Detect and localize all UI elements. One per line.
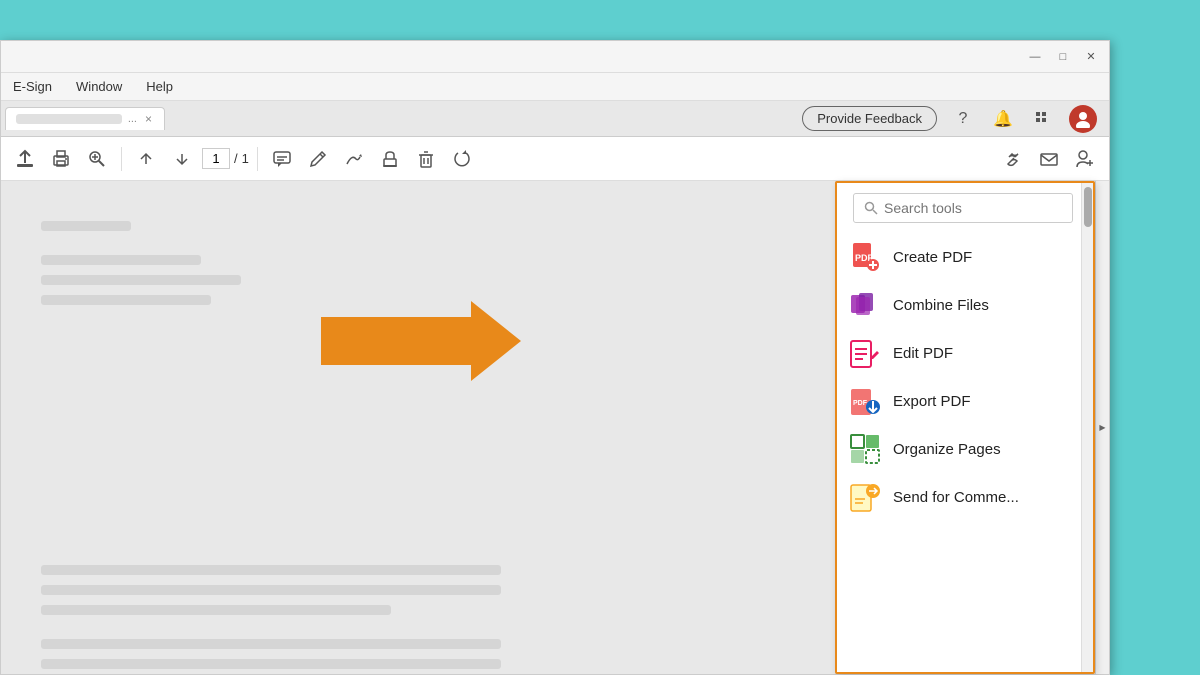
- sign-button[interactable]: [338, 143, 370, 175]
- tab-bar-actions: Provide Feedback ? 🔔: [165, 105, 1105, 133]
- current-page-input[interactable]: [202, 148, 230, 169]
- tools-scroll-thumb: [1084, 187, 1092, 227]
- minimize-button[interactable]: —: [1025, 47, 1045, 67]
- menu-bar: E-Sign Window Help: [1, 73, 1109, 101]
- tool-item-send-comment[interactable]: Send for Comme...: [837, 473, 1093, 521]
- rotate-button[interactable]: [446, 143, 478, 175]
- search-tools-input[interactable]: [884, 200, 1065, 216]
- window-controls: — □ ✕: [1025, 47, 1101, 67]
- page-controls: / 1: [202, 148, 249, 169]
- edit-pdf-label: Edit PDF: [893, 345, 953, 362]
- create-pdf-label: Create PDF: [893, 249, 972, 266]
- toolbar: / 1: [1, 137, 1109, 181]
- upload-button[interactable]: [9, 143, 41, 175]
- mail-button[interactable]: [1033, 143, 1065, 175]
- doc-line: [41, 565, 501, 575]
- page-down-button[interactable]: [166, 143, 198, 175]
- toolbar-separator-2: [257, 147, 258, 171]
- delete-button[interactable]: [410, 143, 442, 175]
- tool-item-combine-files[interactable]: Combine Files: [837, 281, 1093, 329]
- link-button[interactable]: [997, 143, 1029, 175]
- search-tools-container: [853, 193, 1073, 223]
- apps-grid-icon[interactable]: [1029, 105, 1057, 133]
- tool-item-organize-pages[interactable]: Organize Pages: [837, 425, 1093, 473]
- notifications-icon[interactable]: 🔔: [989, 105, 1017, 133]
- toolbar-separator-1: [121, 147, 122, 171]
- tools-panel: PDF Create PDF Combine Files: [835, 181, 1095, 674]
- send-comment-icon: [849, 481, 881, 513]
- tool-item-edit-pdf[interactable]: Edit PDF: [837, 329, 1093, 377]
- doc-line: [41, 585, 501, 595]
- menu-esign[interactable]: E-Sign: [9, 77, 56, 96]
- tool-item-create-pdf[interactable]: PDF Create PDF: [837, 233, 1093, 281]
- doc-line: [41, 221, 131, 231]
- tab-ellipsis: ...: [128, 113, 137, 125]
- combine-files-label: Combine Files: [893, 297, 989, 314]
- total-pages: 1: [242, 151, 249, 166]
- doc-line: [41, 605, 391, 615]
- tab-close-button[interactable]: ×: [143, 112, 154, 126]
- user-avatar[interactable]: [1069, 105, 1097, 133]
- export-pdf-label: Export PDF: [893, 393, 971, 410]
- main-window: — □ ✕ E-Sign Window Help ... × Provide F…: [0, 40, 1110, 675]
- export-pdf-icon: PDF: [849, 385, 881, 417]
- tab-bar: ... × Provide Feedback ? 🔔: [1, 101, 1109, 137]
- page-up-button[interactable]: [130, 143, 162, 175]
- doc-line: [41, 659, 501, 669]
- side-expand-button[interactable]: ▶: [1095, 181, 1109, 674]
- menu-help[interactable]: Help: [142, 77, 177, 96]
- document-tab[interactable]: ... ×: [5, 107, 165, 130]
- menu-window[interactable]: Window: [72, 77, 126, 96]
- print-button[interactable]: [45, 143, 77, 175]
- close-button[interactable]: ✕: [1081, 47, 1101, 67]
- stamp-button[interactable]: [374, 143, 406, 175]
- organize-pages-label: Organize Pages: [893, 441, 1001, 458]
- doc-line: [41, 255, 201, 265]
- comment-button[interactable]: [266, 143, 298, 175]
- combine-files-icon: [849, 289, 881, 321]
- page-separator: /: [234, 151, 238, 166]
- arrow-shape: [321, 301, 521, 381]
- send-comment-label: Send for Comme...: [893, 489, 1019, 506]
- help-icon[interactable]: ?: [949, 105, 977, 133]
- svg-text:PDF: PDF: [853, 400, 868, 407]
- arrow-container: [321, 301, 521, 381]
- search-icon: [864, 201, 878, 215]
- zoom-button[interactable]: [81, 143, 113, 175]
- tab-title-bar: [16, 114, 122, 124]
- maximize-button[interactable]: □: [1053, 47, 1073, 67]
- pen-button[interactable]: [302, 143, 334, 175]
- doc-line: [41, 639, 501, 649]
- provide-feedback-button[interactable]: Provide Feedback: [802, 106, 937, 131]
- doc-line: [41, 295, 211, 305]
- edit-pdf-icon: [849, 337, 881, 369]
- title-bar: — □ ✕: [1, 41, 1109, 73]
- doc-line: [41, 275, 241, 285]
- add-user-button[interactable]: [1069, 143, 1101, 175]
- tool-item-export-pdf[interactable]: PDF Export PDF: [837, 377, 1093, 425]
- tools-scrollbar[interactable]: [1081, 183, 1093, 672]
- main-area: ▲ ▼ ▶: [1, 181, 1109, 674]
- create-pdf-icon: PDF: [849, 241, 881, 273]
- organize-pages-icon: [849, 433, 881, 465]
